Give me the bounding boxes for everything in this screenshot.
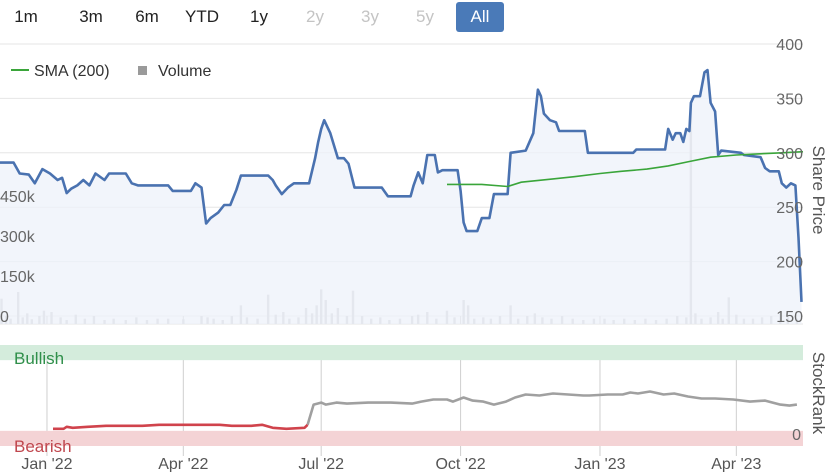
bullish-band bbox=[0, 345, 803, 361]
price-axis-title: Share Price bbox=[809, 146, 828, 235]
x-tick-label: Jan '23 bbox=[574, 456, 625, 472]
legend-volume-label: Volume bbox=[158, 63, 211, 80]
stockrank-line-bearish bbox=[53, 423, 309, 431]
legend-volume-symbol bbox=[138, 66, 147, 75]
bullish-label: Bullish bbox=[14, 349, 64, 368]
x-tick-label: Apr '23 bbox=[711, 456, 761, 472]
stockrank-tick-label: 0 bbox=[792, 427, 801, 444]
bearish-band bbox=[0, 430, 803, 446]
volume-tick-label: 450k bbox=[0, 189, 36, 206]
price-tick-label: 350 bbox=[776, 91, 803, 108]
stockrank-line bbox=[306, 390, 798, 426]
bearish-label: Bearish bbox=[14, 437, 72, 456]
x-tick-label: Jan '22 bbox=[21, 456, 72, 472]
stock-chart: SMA (200) Volume 150 200 250 300 350 400 0 150k 30… bbox=[0, 37, 828, 472]
x-tick-label: Jul '22 bbox=[298, 456, 344, 472]
price-tick-label: 200 bbox=[776, 255, 803, 272]
price-tick-label: 300 bbox=[776, 146, 803, 163]
price-tick-label: 150 bbox=[776, 309, 803, 326]
x-tick-label: Apr '22 bbox=[158, 456, 208, 472]
price-tick-label: 250 bbox=[776, 200, 803, 217]
legend-sma-label: SMA (200) bbox=[34, 63, 110, 80]
stockrank-axis-title: StockRank bbox=[809, 352, 828, 435]
volume-tick-label: 300k bbox=[0, 229, 36, 246]
volume-tick-label: 150k bbox=[0, 269, 36, 286]
x-tick-label: Oct '22 bbox=[435, 456, 485, 472]
price-tick-label: 400 bbox=[776, 37, 803, 54]
volume-tick-label: 0 bbox=[0, 309, 9, 326]
